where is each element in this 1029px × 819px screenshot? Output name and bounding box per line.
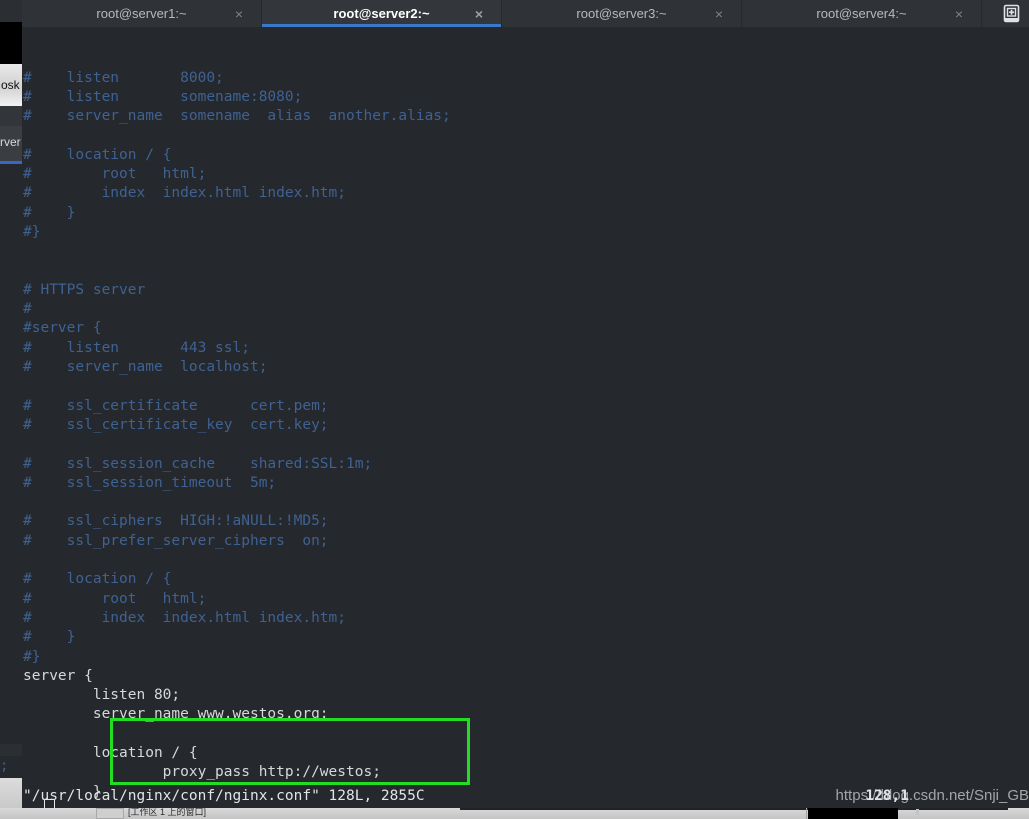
taskbar-item-window[interactable] <box>96 808 124 819</box>
tab-root-server2[interactable]: root@server2:~ × <box>262 0 502 27</box>
close-icon[interactable]: × <box>475 7 483 21</box>
tab-label: root@server4:~ <box>816 6 907 21</box>
close-icon[interactable]: × <box>715 7 723 21</box>
taskbar[interactable]: [工作区 1 上的窗口] <box>0 808 1029 819</box>
editor-line: # <box>23 301 32 318</box>
editor-line: # location / { <box>23 571 172 588</box>
editor-line: # listen somename:8080; <box>23 88 303 105</box>
editor-line: # root html; <box>23 590 207 607</box>
taskbar-item-workspace-label: [工作区 1 上的窗口] <box>128 808 207 817</box>
cursor-position-indicator: 128,1 <box>865 788 909 804</box>
tab-root-server4[interactable]: root@server4:~ × <box>742 0 982 27</box>
editor-line: # ssl_certificate_key cert.key; <box>23 416 329 433</box>
editor-line: server_name www.westos.org; <box>23 706 329 723</box>
editor-line: #} <box>23 223 41 240</box>
background-window-footer <box>0 778 22 808</box>
editor-line: #server { <box>23 320 102 337</box>
editor-line: # server_name localhost; <box>23 359 268 376</box>
editor-line: # server_name somename alias another.ali… <box>23 108 451 125</box>
desktop: osk rver ; root@server1:~ × root@server2… <box>0 0 1029 819</box>
tab-label: root@server3:~ <box>576 6 667 21</box>
tab-root-server1[interactable]: root@server1:~ × <box>22 0 262 27</box>
tab-label: root@server1:~ <box>96 6 187 21</box>
tab-root-server3[interactable]: root@server3:~ × <box>502 0 742 27</box>
editor-line: # } <box>23 629 76 646</box>
taskbar-dark-strip <box>460 808 1008 810</box>
background-window[interactable]: osk rver ; <box>0 0 22 808</box>
editor-line: #} <box>23 648 41 665</box>
background-window-code: ; <box>0 756 22 778</box>
background-window-tab-label: rver <box>0 135 21 149</box>
terminal-output[interactable]: # listen 8000; # listen somename:8080; # s… <box>22 27 1029 808</box>
editor-line: # listen 8000; <box>23 69 224 86</box>
terminal-window: root@server1:~ × root@server2:~ × root@s… <box>22 0 1029 808</box>
editor-line: # ssl_prefer_server_ciphers on; <box>23 532 329 549</box>
editor-line: listen 80; <box>23 687 181 704</box>
background-window-separator <box>0 106 22 126</box>
close-icon[interactable]: × <box>235 7 243 21</box>
background-window-tab[interactable]: rver <box>0 126 22 164</box>
editor-line: # index index.html index.htm; <box>23 609 347 626</box>
close-icon[interactable]: × <box>955 7 963 21</box>
new-tab-button[interactable] <box>995 0 1027 27</box>
taskbar-black-region <box>808 808 898 819</box>
editor-line: # listen 443 ssl; <box>23 339 250 356</box>
editor-line: # } <box>23 204 76 221</box>
editor-line: # ssl_certificate cert.pem; <box>23 397 329 414</box>
editor-line: # location / { <box>23 146 172 163</box>
editor-line: server { <box>23 667 93 684</box>
editor-line: # ssl_ciphers HIGH:!aNULL:!MD5; <box>23 513 329 530</box>
background-window-topstrip <box>0 22 22 64</box>
editor-buffer: # listen 8000; # listen somename:8080; # s… <box>22 69 1029 808</box>
background-window-light-panel: osk <box>0 64 22 106</box>
editor-line: # ssl_session_timeout 5m; <box>23 474 277 491</box>
taskbar-separator <box>806 808 807 819</box>
tab-label: root@server2:~ <box>333 6 430 21</box>
editor-line: # root html; <box>23 166 207 183</box>
taskbar-indicator <box>916 809 919 815</box>
editor-line: # HTTPS server <box>23 281 146 298</box>
background-window-body <box>0 164 22 744</box>
editor-line: # index index.html index.htm; <box>23 185 347 202</box>
editor-line: location / { <box>23 744 198 761</box>
new-tab-icon <box>1003 4 1019 23</box>
editor-line: # ssl_session_cache shared:SSL:1m; <box>23 455 373 472</box>
editor-line: proxy_pass http://westos; <box>23 764 381 781</box>
tab-bar: root@server1:~ × root@server2:~ × root@s… <box>22 0 1029 27</box>
